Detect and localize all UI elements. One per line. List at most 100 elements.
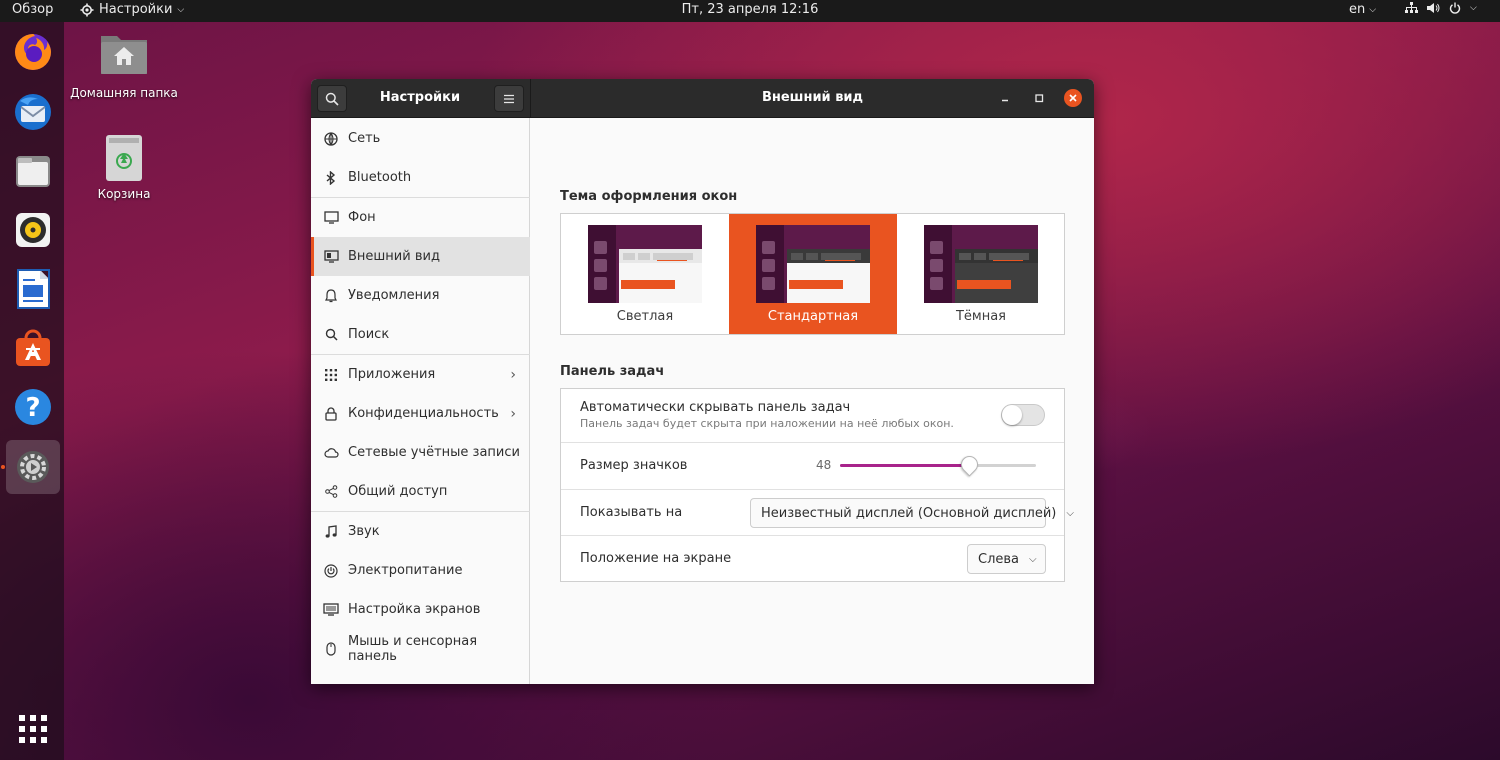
sidebar-item-label: Звук: [348, 524, 380, 539]
trash-icon: [106, 135, 142, 181]
background-icon: [323, 210, 339, 226]
sidebar-item-displays[interactable]: Настройка экранов: [311, 590, 530, 629]
icon-size-slider[interactable]: [840, 452, 1036, 477]
volume-icon: [1427, 3, 1440, 13]
minimize-button[interactable]: [996, 89, 1014, 107]
sidebar-item-label: Сетевые учётные записи: [348, 445, 520, 460]
sidebar-item-label: Электропитание: [348, 563, 463, 578]
theme-option-standard[interactable]: Стандартная: [729, 214, 897, 334]
primary-menu-button[interactable]: [494, 85, 524, 112]
autohide-toggle[interactable]: [1001, 404, 1045, 426]
theme-label: Тёмная: [955, 309, 1007, 324]
chevron-down-icon: ⌵: [1470, 3, 1477, 13]
thunderbird-icon: [15, 94, 51, 130]
dock-rhythmbox[interactable]: [6, 203, 60, 257]
show-on-dropdown[interactable]: Неизвестный дисплей (Основной дисплей) ⌵: [750, 498, 1074, 528]
dock-firefox[interactable]: [6, 25, 60, 79]
sidebar-item-mouse-touchpad[interactable]: Мышь и сенсорная панель: [311, 629, 530, 668]
svg-text:?: ?: [25, 393, 40, 423]
slider-handle[interactable]: [957, 452, 982, 477]
sidebar-item-applications[interactable]: Приложения ›: [311, 355, 530, 394]
sidebar-item-notifications[interactable]: Уведомления: [311, 276, 530, 315]
maximize-button[interactable]: [1030, 89, 1048, 107]
dock: ?: [0, 22, 64, 760]
show-applications-button[interactable]: [6, 702, 60, 756]
desktop-home-folder-label: Домашняя папка: [70, 86, 178, 100]
sidebar-item-online-accounts[interactable]: Сетевые учётные записи: [311, 433, 530, 472]
sidebar-item-label: Уведомления: [348, 288, 440, 303]
dock-thunderbird[interactable]: [6, 85, 60, 139]
libreoffice-writer-icon: [17, 269, 50, 309]
clock[interactable]: Пт, 23 апреля 12:16: [0, 2, 1500, 17]
sidebar-item-label: Bluetooth: [348, 170, 412, 185]
theme-label: Стандартная: [767, 309, 859, 324]
search-button[interactable]: [317, 85, 347, 112]
slider-fill: [840, 464, 970, 467]
sidebar-item-power[interactable]: Электропитание: [311, 551, 530, 590]
desktop-trash[interactable]: Корзина: [90, 133, 158, 201]
theme-standard-preview: [756, 225, 870, 303]
sidebar-title: Настройки: [379, 90, 461, 105]
close-button[interactable]: [1064, 89, 1082, 107]
header-bar: Настройки Внешний вид: [311, 79, 1094, 118]
power-icon: [1449, 2, 1461, 14]
icon-size-value: 48: [816, 458, 832, 472]
sidebar-item-label: Фон: [348, 210, 376, 225]
sidebar-item-label: Приложения: [348, 367, 436, 382]
dock-section-title: Панель задач: [560, 364, 665, 379]
sidebar-item-appearance[interactable]: Внешний вид: [311, 237, 530, 276]
sidebar-item-search[interactable]: Поиск: [311, 315, 530, 354]
input-source-label: en: [1349, 2, 1366, 17]
chevron-down-icon: ⌵: [1369, 4, 1377, 15]
music-note-icon: [323, 524, 339, 540]
close-icon: [1069, 94, 1077, 102]
sidebar-item-sharing[interactable]: Общий доступ: [311, 472, 530, 511]
dock-settings[interactable]: [6, 440, 60, 494]
files-icon: [16, 156, 50, 187]
theme-light-preview: [588, 225, 702, 303]
dock-software[interactable]: [6, 321, 60, 375]
position-dropdown[interactable]: Слева ⌵: [967, 544, 1046, 574]
help-icon: ?: [15, 389, 51, 425]
privacy-icon: [323, 406, 339, 422]
position-value: Слева: [978, 551, 1020, 567]
home-folder-icon: [101, 36, 147, 74]
dock-settings-list: Автоматически скрывать панель задач Пане…: [560, 388, 1074, 582]
icon-size-row: Размер значков 48: [561, 443, 1064, 490]
settings-window: Настройки Внешний вид Сеть Bluetooth Фон: [311, 79, 1094, 684]
system-menu[interactable]: ⌵: [1405, 2, 1477, 14]
sidebar-item-label: Сеть: [348, 131, 381, 146]
appearance-panel: Тема оформления окон Светлая Стандартная…: [531, 118, 1094, 684]
apps-grid-icon: [323, 367, 339, 383]
display-icon: [323, 602, 339, 618]
settings-icon: [17, 451, 49, 483]
ubuntu-software-icon: [16, 329, 50, 366]
theme-option-light[interactable]: Светлая: [561, 214, 729, 334]
chevron-down-icon: ⌵: [1066, 507, 1074, 519]
bell-icon: [323, 288, 339, 304]
theme-option-dark[interactable]: Тёмная: [897, 214, 1065, 334]
sidebar-item-label: Настройка экранов: [348, 602, 481, 617]
sidebar-item-background[interactable]: Фон: [311, 198, 530, 237]
settings-sidebar: Сеть Bluetooth Фон Внешний вид Уведомлен…: [311, 118, 530, 684]
theme-selector: Светлая Стандартная Тёмная: [560, 213, 1065, 335]
chevron-right-icon: ›: [510, 405, 516, 422]
share-icon: [323, 484, 339, 500]
minimize-icon: [1002, 99, 1008, 102]
dock-writer[interactable]: [6, 262, 60, 316]
theme-label: Светлая: [616, 309, 674, 324]
sidebar-item-network[interactable]: Сеть: [311, 119, 530, 158]
dock-help[interactable]: ?: [6, 380, 60, 434]
search-icon: [323, 327, 339, 343]
input-source-menu[interactable]: en ⌵: [1349, 2, 1376, 17]
sidebar-item-privacy[interactable]: Конфиденциальность ›: [311, 394, 530, 433]
sidebar-item-label: Мышь и сенсорная панель: [347, 633, 478, 664]
maximize-icon: [1035, 94, 1044, 103]
desktop-trash-label: Корзина: [97, 187, 151, 201]
desktop-home-folder[interactable]: Домашняя папка: [70, 30, 178, 100]
sidebar-item-sound[interactable]: Звук: [311, 512, 530, 551]
sidebar-item-label: Внешний вид: [348, 249, 440, 264]
sidebar-item-bluetooth[interactable]: Bluetooth: [311, 158, 530, 197]
chevron-right-icon: ›: [510, 366, 516, 383]
dock-files[interactable]: [6, 144, 60, 198]
